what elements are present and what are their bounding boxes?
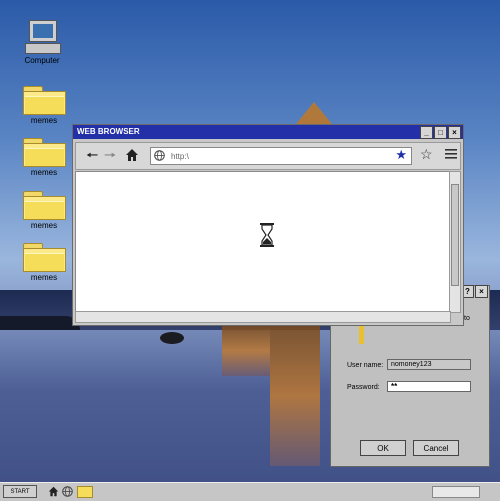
desktop-icon-label: memes [30,116,58,125]
bookmark-star-icon[interactable]: ★ [395,148,407,162]
folder-icon[interactable] [77,486,93,498]
desktop-icon-label: memes [30,221,58,230]
computer-icon [25,20,61,54]
scroll-thumb[interactable] [451,184,459,286]
vertical-scrollbar[interactable] [449,171,461,313]
maximize-button[interactable]: □ [434,126,447,139]
wallpaper-shore [0,316,80,330]
wallpaper-reflection [270,326,320,466]
desktop-icon-memes-folder[interactable]: memes [14,86,74,125]
desktop-icon-label: memes [30,273,58,282]
folder-icon [23,138,66,167]
wallpaper-mountain [296,102,332,124]
address-bar[interactable]: ★ [150,147,412,165]
close-button[interactable]: × [448,126,461,139]
ok-button[interactable]: OK [360,440,406,456]
password-label: Password: [347,384,380,391]
desktop-icon-memes-folder[interactable]: memes [14,243,74,282]
minimize-button[interactable]: _ [420,126,433,139]
browser-title: WEB BROWSER [77,127,140,136]
password-field[interactable] [387,381,471,392]
menu-icon[interactable] [444,147,458,163]
start-button[interactable]: START [3,485,37,498]
key-icon [359,326,364,344]
desktop-icon-label: memes [30,168,58,177]
folder-icon [23,191,66,220]
horizontal-scrollbar[interactable] [75,311,451,323]
home-icon[interactable] [125,148,139,164]
globe-icon [154,150,165,163]
folder-icon [23,243,66,272]
folder-icon [23,86,66,115]
forward-arrow-icon[interactable]: 🠖 [104,147,116,163]
system-tray [432,486,480,498]
globe-icon[interactable] [62,486,73,499]
desktop-icon-label: Computer [24,56,60,65]
url-input[interactable] [169,150,373,163]
dialog-close-button[interactable]: × [475,285,488,298]
back-arrow-icon[interactable]: 🠔 [86,147,98,163]
username-label: User name: [347,362,384,369]
home-icon[interactable] [48,486,59,499]
cancel-button[interactable]: Cancel [413,440,459,456]
username-field[interactable] [387,359,471,370]
browser-titlebar[interactable]: WEB BROWSER _ □ × [73,125,463,139]
browser-toolbar: 🠔 🠖 ★ ☆ [75,142,461,170]
browser-window: WEB BROWSER _ □ × 🠔 🠖 ★ ☆ [72,124,464,326]
browser-content[interactable] [75,171,451,313]
wallpaper-rock [160,332,184,344]
wallpaper-reflection [222,326,270,376]
desktop-icon-computer[interactable]: Computer [12,20,72,65]
favorites-star-icon[interactable]: ☆ [420,146,433,163]
dialog-partial-text: to [464,315,470,322]
taskbar: START [0,482,500,501]
desktop-icon-memes-folder[interactable]: memes [14,191,74,230]
hourglass-icon [259,223,275,249]
desktop-icon-memes-folder[interactable]: memes [14,138,74,177]
